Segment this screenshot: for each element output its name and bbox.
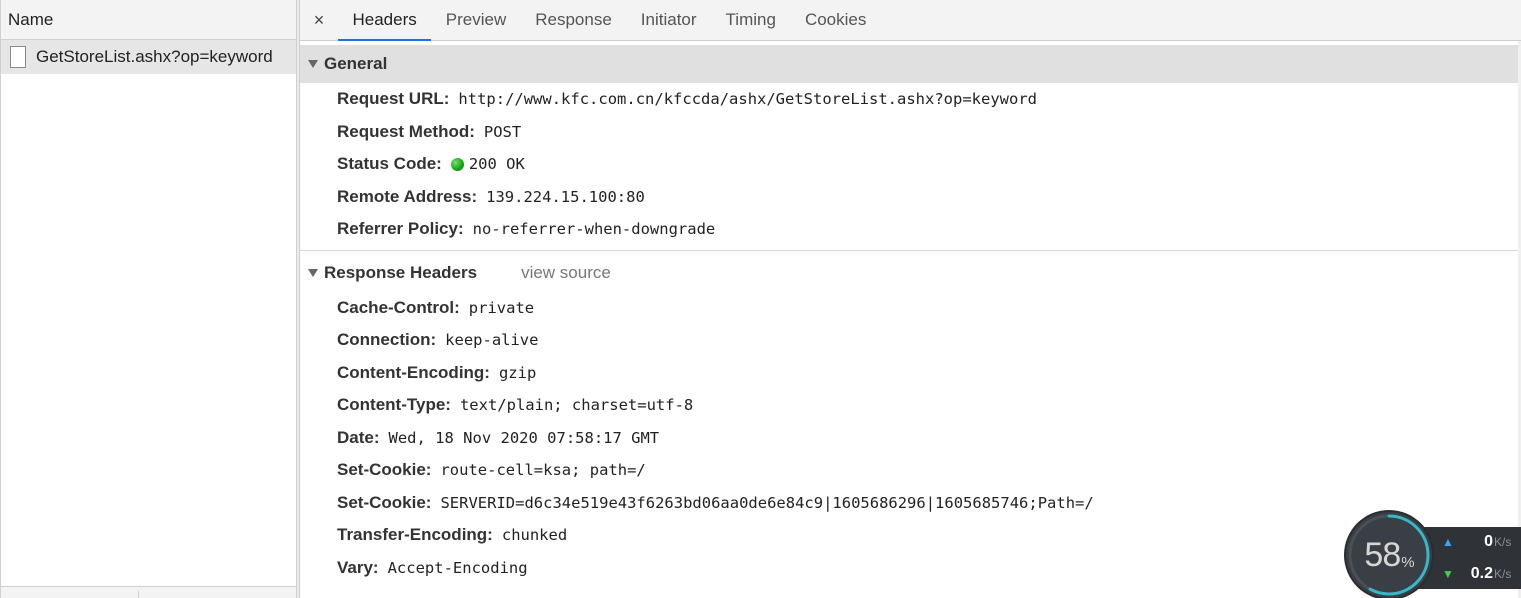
header-row: Remote Address: 139.224.15.100:80 (300, 181, 1518, 214)
header-key: Transfer-Encoding: (337, 525, 493, 545)
header-row: Content-Encoding: gzip (300, 357, 1518, 390)
header-row: Request Method: POST (300, 116, 1518, 149)
section-divider (300, 249, 1518, 251)
tab-preview[interactable]: Preview (431, 0, 520, 40)
response-headers-section-header[interactable]: Response Headers view source (300, 254, 1518, 292)
header-key: Connection: (337, 330, 437, 350)
name-column-label: Name (8, 9, 54, 29)
header-key: Vary: (337, 557, 379, 577)
gauge-label: 58% (1346, 512, 1432, 598)
tab-headers[interactable]: Headers (338, 0, 432, 41)
download-speed-value: 0.2 (1470, 565, 1493, 582)
header-row: Request URL: http://www.kfc.com.cn/kfccd… (300, 83, 1518, 116)
download-speed-unit: K/s (1494, 567, 1512, 581)
header-value: no-referrer-when-downgrade (472, 220, 716, 239)
view-source-link[interactable]: view source (521, 263, 611, 283)
memory-gauge[interactable]: 58% (1346, 512, 1432, 598)
general-section-title: General (324, 54, 388, 73)
header-row: Cache-Control: private (300, 292, 1518, 325)
header-key: Remote Address: (337, 186, 478, 206)
header-row: Content-Type: text/plain; charset=utf-8 (300, 389, 1518, 422)
upload-speed-value: 0 (1484, 533, 1493, 550)
download-speed: ▼ 0.2 K/s (1442, 563, 1520, 585)
header-value: text/plain; charset=utf-8 (459, 396, 694, 415)
header-key: Request URL: (337, 89, 450, 109)
header-row: Status Code: 200 OK (300, 148, 1518, 181)
devtools-network-panel: Name GetStoreList.ashx?op=keyword × Head… (0, 0, 1521, 598)
header-row: Transfer-Encoding: chunked (300, 519, 1518, 552)
status-ok-icon (450, 157, 464, 171)
response-header-rows: Cache-Control: private Connection: keep-… (300, 292, 1518, 585)
close-icon[interactable]: × (300, 0, 338, 40)
upload-speed-unit: K/s (1494, 535, 1512, 549)
request-row[interactable]: GetStoreList.ashx?op=keyword (1, 40, 296, 74)
request-name: GetStoreList.ashx?op=keyword (36, 47, 273, 66)
upload-speed: ▲ 0 K/s (1442, 531, 1520, 553)
header-key: Cache-Control: (337, 297, 460, 317)
details-tabbar: × Headers Preview Response Initiator Tim… (300, 0, 1521, 41)
request-details-pane: × Headers Preview Response Initiator Tim… (300, 0, 1521, 598)
header-value: gzip (498, 363, 537, 382)
header-value: private (468, 298, 535, 317)
header-key: Status Code: (337, 154, 442, 174)
expand-triangle-icon (308, 60, 318, 68)
header-value: SERVERID=d6c34e519e43f6263bd06aa0de6e84c… (440, 493, 1094, 512)
header-value: Accept-Encoding (387, 558, 528, 577)
header-value: POST (483, 122, 522, 141)
header-key: Date: (337, 427, 380, 447)
header-row: Date: Wed, 18 Nov 2020 07:58:17 GMT (300, 422, 1518, 455)
header-key: Set-Cookie: (337, 460, 432, 480)
header-value: route-cell=ksa; path=/ (440, 461, 646, 480)
header-key: Set-Cookie: (337, 492, 432, 512)
header-value: chunked (501, 526, 568, 545)
response-headers-title: Response Headers (324, 262, 478, 282)
header-key: Referrer Policy: (337, 219, 464, 239)
header-key: Content-Type: (337, 395, 451, 415)
header-row: Set-Cookie: SERVERID=d6c34e519e43f6263bd… (300, 487, 1518, 520)
request-list-pane: Name GetStoreList.ashx?op=keyword (0, 0, 297, 598)
general-section-header[interactable]: General (300, 45, 1518, 83)
document-icon (10, 46, 26, 68)
header-row: Set-Cookie: route-cell=ksa; path=/ (300, 454, 1518, 487)
expand-triangle-icon (308, 268, 318, 277)
tab-cookies[interactable]: Cookies (790, 0, 880, 40)
general-rows: Request URL: http://www.kfc.com.cn/kfccd… (300, 83, 1518, 246)
header-value: 139.224.15.100:80 (486, 187, 645, 206)
footer-divider (138, 591, 139, 598)
header-value: http://www.kfc.com.cn/kfccda/ashx/GetSto… (458, 90, 1037, 109)
header-value: Wed, 18 Nov 2020 07:58:17 GMT (388, 428, 660, 447)
down-arrow-icon: ▼ (1442, 567, 1454, 581)
tab-initiator[interactable]: Initiator (626, 0, 711, 40)
header-key: Content-Encoding: (337, 362, 490, 382)
up-arrow-icon: ▲ (1442, 535, 1454, 549)
tab-response[interactable]: Response (521, 0, 627, 40)
header-row: Vary: Accept-Encoding (300, 552, 1518, 585)
headers-content: General Request URL: http://www.kfc.com.… (300, 45, 1518, 598)
gauge-percent-value: 58 (1364, 535, 1401, 574)
network-speed-widget[interactable]: 58% ▲ 0 K/s ▼ 0.2 K/s (1346, 512, 1521, 598)
request-list-footer (1, 586, 296, 598)
header-value: 200 OK (468, 155, 525, 174)
header-row: Connection: keep-alive (300, 324, 1518, 357)
tab-timing[interactable]: Timing (711, 0, 790, 40)
header-row: Referrer Policy: no-referrer-when-downgr… (300, 213, 1518, 246)
header-key: Request Method: (337, 121, 475, 141)
name-column-header[interactable]: Name (1, 0, 296, 40)
header-value: keep-alive (445, 331, 539, 350)
gauge-percent-sign: % (1401, 553, 1414, 571)
